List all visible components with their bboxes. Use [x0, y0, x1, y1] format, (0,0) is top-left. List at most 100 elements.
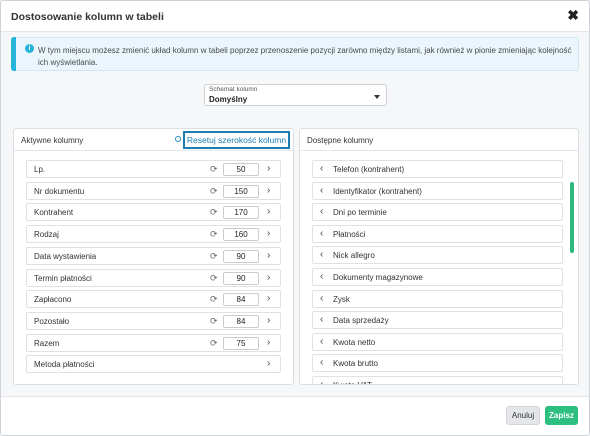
chevron-left-icon[interactable]: ‹ — [320, 336, 323, 348]
chevron-left-icon[interactable]: ‹ — [320, 271, 323, 283]
modal-body: i W tym miejscu możesz zmienić układ kol… — [1, 32, 589, 396]
info-text: W tym miejscu możesz zmienić układ kolum… — [38, 46, 572, 67]
chevron-right-icon[interactable]: › — [267, 228, 270, 240]
info-accent-bar — [11, 37, 16, 71]
chevron-left-icon[interactable]: ‹ — [320, 314, 323, 326]
available-column-item[interactable]: ‹ Data sprzedaży — [312, 311, 563, 330]
active-column-item[interactable]: Razem ⟳ 75 › — [26, 333, 281, 352]
column-label: Zapłacono — [34, 295, 72, 305]
column-label: Dni po terminie — [333, 208, 387, 218]
column-label: Kwota brutto — [333, 359, 378, 369]
available-column-item[interactable]: ‹ Zysk — [312, 289, 563, 308]
chevron-left-icon[interactable]: ‹ — [320, 206, 323, 218]
available-column-item[interactable]: ‹ Płatności — [312, 224, 563, 243]
column-label: Data wystawienia — [34, 251, 97, 261]
column-label: Kwota VAT — [333, 381, 372, 384]
column-label: Data sprzedaży — [333, 316, 389, 326]
available-column-item[interactable]: ‹ Dokumenty magazynowe — [312, 268, 563, 286]
chevron-right-icon[interactable]: › — [267, 250, 270, 262]
reset-width-icon[interactable]: ⟳ — [210, 251, 218, 261]
column-label: Telefon (kontrahent) — [333, 165, 405, 174]
column-label: Identyfikator (kontrahent) — [333, 186, 422, 196]
column-width-input[interactable]: 50 — [223, 163, 259, 176]
chevron-right-icon[interactable]: › — [267, 293, 270, 305]
column-width-input[interactable]: 90 — [223, 249, 259, 263]
active-column-item[interactable]: Rodzaj ⟳ 160 › — [26, 225, 281, 244]
info-icon: i — [25, 44, 34, 53]
column-width-input[interactable]: 160 — [223, 228, 259, 242]
active-column-item[interactable]: Nr dokumentu ⟳ 150 › — [26, 181, 281, 200]
column-label: Dokumenty magazynowe — [333, 273, 423, 282]
reset-width-icon[interactable]: ⟳ — [210, 186, 218, 196]
active-column-item[interactable]: Data wystawienia ⟳ 90 › — [26, 246, 281, 265]
scrollbar[interactable] — [570, 182, 574, 253]
chevron-left-icon[interactable]: ‹ — [320, 357, 323, 369]
reset-width-icon[interactable]: ⟳ — [210, 207, 218, 217]
chevron-left-icon[interactable]: ‹ — [320, 379, 323, 384]
chevron-left-icon[interactable]: ‹ — [320, 185, 323, 197]
chevron-right-icon[interactable]: › — [267, 185, 270, 197]
schema-select[interactable]: Schemat kolumn Domyślny — [204, 84, 387, 106]
caret-down-icon — [374, 95, 380, 99]
column-label: Razem — [34, 338, 60, 348]
help-icon[interactable] — [175, 136, 181, 142]
reset-width-icon[interactable]: ⟳ — [210, 164, 218, 174]
chevron-left-icon[interactable]: ‹ — [320, 163, 323, 175]
active-column-item[interactable]: Metoda płatności › — [26, 355, 281, 374]
active-columns-title: Aktywne kolumny — [21, 136, 84, 145]
chevron-left-icon[interactable]: ‹ — [320, 249, 323, 261]
active-column-item[interactable]: Zapłacono ⟳ 84 › — [26, 290, 281, 309]
active-column-item[interactable]: Pozostało ⟳ 84 › — [26, 311, 281, 330]
column-label: Kwota netto — [333, 337, 376, 347]
reset-width-icon[interactable]: ⟳ — [210, 316, 218, 326]
chevron-left-icon[interactable]: ‹ — [320, 293, 323, 305]
column-width-input[interactable]: 75 — [223, 336, 259, 350]
active-column-item[interactable]: Kontrahent ⟳ 170 › — [26, 203, 281, 222]
available-column-item[interactable]: ‹ Kwota VAT — [312, 376, 563, 384]
column-label: Zysk — [333, 294, 350, 304]
column-label: Płatności — [333, 229, 366, 239]
column-settings-modal: Dostosowanie kolumn w tabeli ✖ i W tym m… — [0, 0, 590, 436]
active-columns-panel: Aktywne kolumny Resetuj szerokość kolumn… — [13, 128, 294, 385]
chevron-right-icon[interactable]: › — [267, 272, 270, 284]
modal-header: Dostosowanie kolumn w tabeli ✖ — [1, 1, 589, 32]
chevron-right-icon[interactable]: › — [267, 358, 270, 370]
column-label: Kontrahent — [34, 208, 74, 218]
chevron-right-icon[interactable]: › — [267, 206, 270, 218]
info-alert: i W tym miejscu możesz zmienić układ kol… — [11, 37, 579, 71]
panel-divider — [14, 150, 293, 151]
column-width-input[interactable]: 84 — [223, 314, 259, 328]
cancel-button[interactable]: Anuluj — [506, 406, 540, 425]
column-label: Nr dokumentu — [34, 186, 85, 196]
save-button[interactable]: Zapisz — [545, 406, 578, 425]
available-column-item[interactable]: ‹ Dni po terminie — [312, 203, 563, 222]
column-width-input[interactable]: 170 — [223, 206, 259, 220]
column-label: Metoda płatności — [34, 360, 95, 370]
modal-title: Dostosowanie kolumn w tabeli — [11, 11, 164, 23]
column-label: Nick allegro — [333, 251, 375, 261]
reset-width-icon[interactable]: ⟳ — [210, 294, 218, 304]
column-label: Termin płatności — [34, 273, 92, 283]
panel-divider — [300, 150, 578, 151]
reset-width-link[interactable]: Resetuj szerokość kolumn — [183, 131, 290, 149]
available-column-item[interactable]: ‹ Nick allegro — [312, 246, 563, 265]
modal-footer: Anuluj Zapisz — [1, 396, 589, 435]
reset-width-icon[interactable]: ⟳ — [210, 229, 218, 239]
active-column-item[interactable]: Lp. ⟳ 50 › — [26, 160, 281, 178]
column-width-input[interactable]: 84 — [223, 293, 259, 307]
reset-width-icon[interactable]: ⟳ — [210, 338, 218, 348]
column-width-input[interactable]: 90 — [223, 271, 259, 285]
column-width-input[interactable]: 150 — [223, 184, 259, 198]
close-icon[interactable]: ✖ — [567, 8, 579, 22]
available-column-item[interactable]: ‹ Telefon (kontrahent) — [312, 160, 563, 178]
active-column-item[interactable]: Termin płatności ⟳ 90 › — [26, 268, 281, 287]
available-column-item[interactable]: ‹ Identyfikator (kontrahent) — [312, 181, 563, 200]
available-column-item[interactable]: ‹ Kwota brutto — [312, 354, 563, 373]
column-label: Pozostało — [34, 316, 70, 326]
available-column-item[interactable]: ‹ Kwota netto — [312, 332, 563, 351]
chevron-right-icon[interactable]: › — [267, 163, 270, 175]
chevron-right-icon[interactable]: › — [267, 337, 270, 349]
reset-width-icon[interactable]: ⟳ — [210, 273, 218, 283]
chevron-right-icon[interactable]: › — [267, 315, 270, 327]
chevron-left-icon[interactable]: ‹ — [320, 228, 323, 240]
